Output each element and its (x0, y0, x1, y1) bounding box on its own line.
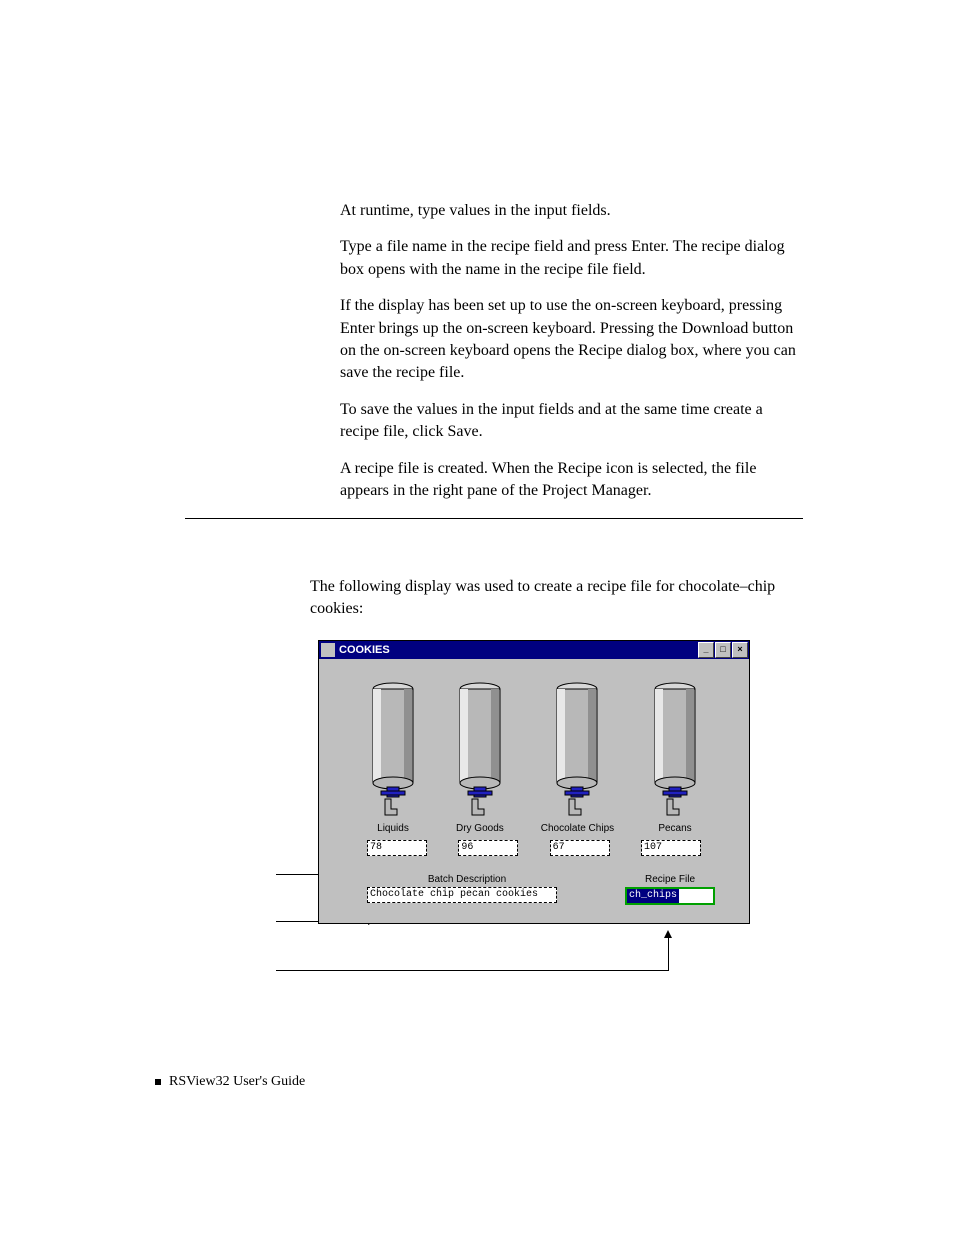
paragraph-5: A recipe file is created. When the Recip… (340, 458, 800, 503)
batch-description-label: Batch Description (367, 874, 567, 885)
bottom-inputs-row: Batch Description Chocolate chip pecan c… (367, 874, 715, 905)
figure-intro-text: The following display was used to create… (310, 576, 805, 621)
tank-pecans: Pecans (649, 679, 701, 834)
tank-label: Chocolate Chips (541, 823, 614, 834)
pecans-input[interactable]: 107 (641, 840, 701, 856)
chocolate-input[interactable]: 67 (550, 840, 610, 856)
app-icon (321, 643, 335, 657)
paragraph-4: To save the values in the input fields a… (340, 399, 800, 444)
arrow-head-3 (664, 930, 672, 938)
tank-inputs-row: 78 96 67 107 (367, 840, 701, 856)
cookies-window: COOKIES _ □ × Liquids (318, 640, 750, 924)
tank-row: Liquids Dry Goods (367, 679, 701, 834)
paragraph-3: If the display has been set up to use th… (340, 295, 800, 385)
recipe-file-input[interactable]: ch_chips (625, 887, 715, 905)
tank-icon (649, 679, 701, 819)
tank-icon (551, 679, 603, 819)
page-footer: RSView32 User's Guide (155, 1074, 305, 1090)
minimize-button[interactable]: _ (698, 642, 714, 658)
recipe-file-value: ch_chips (627, 889, 679, 903)
drygoods-input[interactable]: 96 (458, 840, 518, 856)
paragraph-2: Type a file name in the recipe field and… (340, 236, 800, 281)
arrow-vline-3 (668, 935, 669, 970)
footer-bullet-icon (155, 1079, 161, 1085)
liquids-input[interactable]: 78 (367, 840, 427, 856)
footer-text: RSView32 User's Guide (169, 1074, 305, 1089)
window-title: COOKIES (339, 644, 390, 656)
tank-label: Liquids (377, 823, 409, 834)
arrow-line-3 (276, 970, 669, 971)
tank-chocolate: Chocolate Chips (541, 679, 614, 834)
tank-icon (367, 679, 419, 819)
paragraph-1: At runtime, type values in the input fie… (340, 200, 800, 222)
main-text-block: At runtime, type values in the input fie… (340, 200, 800, 516)
tank-label: Dry Goods (456, 823, 504, 834)
section-divider (185, 518, 803, 519)
tank-drygoods: Dry Goods (454, 679, 506, 834)
window-titlebar[interactable]: COOKIES _ □ × (319, 641, 749, 659)
tank-liquids: Liquids (367, 679, 419, 834)
maximize-button[interactable]: □ (715, 642, 731, 658)
close-button[interactable]: × (732, 642, 748, 658)
tank-icon (454, 679, 506, 819)
batch-description-input[interactable]: Chocolate chip pecan cookies (367, 887, 557, 903)
tank-label: Pecans (658, 823, 691, 834)
recipe-file-label: Recipe File (625, 874, 715, 885)
window-body: Liquids Dry Goods (319, 659, 749, 923)
